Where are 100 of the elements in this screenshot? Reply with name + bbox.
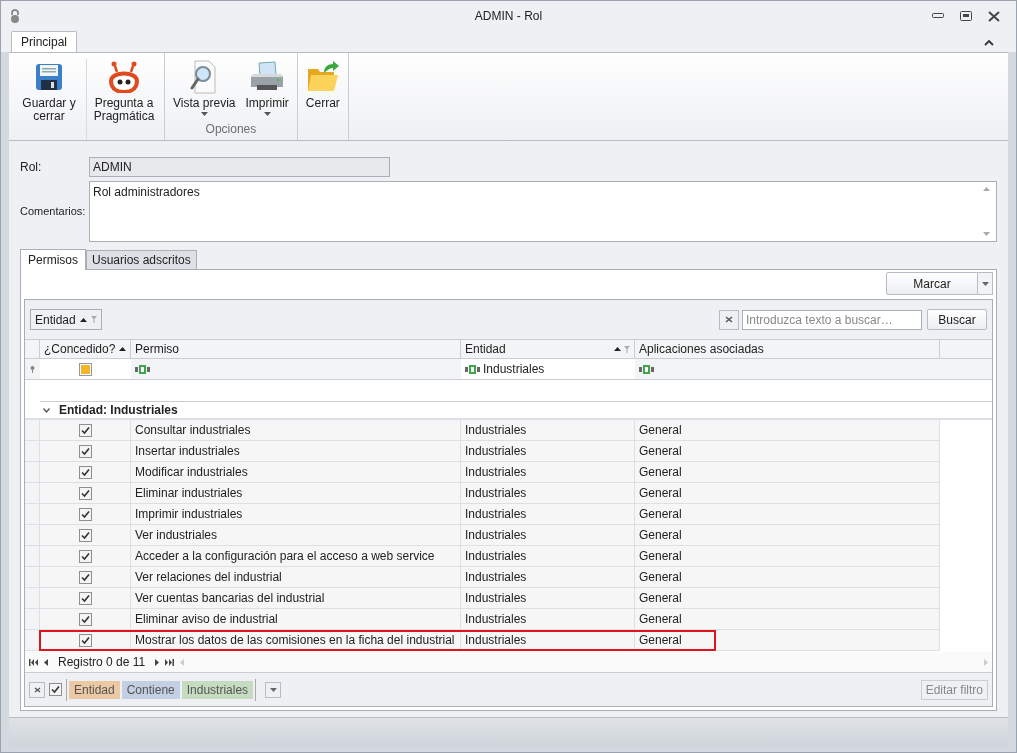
filter-checkbox[interactable] xyxy=(79,362,92,376)
dropdown-arrow-icon xyxy=(981,281,989,286)
table-cell: Industriales xyxy=(461,504,635,525)
abc-icon xyxy=(135,364,151,374)
mark-dropdown-button[interactable] xyxy=(978,272,993,295)
table-cell: Ver industriales xyxy=(131,525,461,546)
checkbox[interactable] xyxy=(78,549,92,563)
table-cell: General xyxy=(635,567,940,588)
column-header[interactable]: Entidad xyxy=(461,340,635,358)
pin-icon xyxy=(30,365,35,373)
column-header[interactable]: Aplicaciones asociadas xyxy=(635,340,940,358)
table-cell: General xyxy=(635,609,940,630)
clear-search-button[interactable] xyxy=(719,309,739,330)
collapse-icon[interactable] xyxy=(43,407,50,413)
check-icon xyxy=(51,685,60,694)
table-cell: Consultar industriales xyxy=(131,420,461,441)
filter-dropdown-button[interactable] xyxy=(265,681,282,698)
table-cell: Ver cuentas bancarias del industrial xyxy=(131,588,461,609)
checkbox[interactable] xyxy=(78,570,92,584)
previous-record-icon[interactable] xyxy=(44,658,48,666)
collapse-ribbon-icon[interactable] xyxy=(984,39,994,46)
checkbox[interactable] xyxy=(78,633,92,647)
table-cell: General xyxy=(635,420,940,441)
checkbox[interactable] xyxy=(78,486,92,500)
table-cell: General xyxy=(635,441,940,462)
search-button[interactable]: Buscar xyxy=(927,309,987,330)
table-cell: General xyxy=(635,525,940,546)
table-cell: Industriales xyxy=(461,483,635,504)
checkbox[interactable] xyxy=(49,683,62,696)
restore-icon[interactable] xyxy=(960,11,972,21)
column-header[interactable]: Permiso xyxy=(131,340,461,358)
ribbon-button[interactable]: Guardar y cerrar xyxy=(12,59,86,140)
checkbox[interactable] xyxy=(78,612,92,626)
checkbox[interactable] xyxy=(78,465,92,479)
check-icon xyxy=(80,614,90,624)
lock-icon xyxy=(9,9,21,23)
check-icon xyxy=(80,530,90,540)
ribbon-button[interactable]: Pregunta a Pragmática xyxy=(86,59,161,140)
sort-ascending-icon xyxy=(614,347,621,351)
search-field[interactable]: Introduzca texto a buscar… xyxy=(742,309,922,330)
table-cell: Industriales xyxy=(461,567,635,588)
table-cell: Industriales xyxy=(461,525,635,546)
column-header[interactable]: ¿Concedido? xyxy=(40,340,131,358)
table-cell: General xyxy=(635,630,940,651)
table-cell: Eliminar industriales xyxy=(131,483,461,504)
checkbox[interactable] xyxy=(78,507,92,521)
mark-button[interactable]: Marcar xyxy=(886,272,978,295)
check-icon xyxy=(80,488,90,498)
comments-label: Comentarios: xyxy=(20,204,87,220)
table-cell: Insertar industriales xyxy=(131,441,461,462)
checkbox[interactable] xyxy=(78,444,92,458)
ribbon-group-label: Opciones xyxy=(204,121,258,138)
ribbon-tab[interactable]: Principal xyxy=(11,31,78,52)
table-cell: General xyxy=(635,588,940,609)
group-row-title[interactable]: Entidad: Industriales xyxy=(59,401,178,419)
checkbox[interactable] xyxy=(78,423,92,437)
table-cell: Industriales xyxy=(461,420,635,441)
table-cell: Industriales xyxy=(461,441,635,462)
checkbox[interactable] xyxy=(78,591,92,605)
last-record-icon[interactable] xyxy=(165,658,175,666)
check-icon xyxy=(80,425,90,435)
checkbox[interactable] xyxy=(78,528,92,542)
ribbon-button[interactable]: Imprimir xyxy=(240,59,294,120)
ribbon-button[interactable]: Vista previa xyxy=(168,59,241,120)
table-cell: General xyxy=(635,504,940,525)
filter-token[interactable]: Entidad xyxy=(69,680,120,699)
filter-icon xyxy=(90,316,97,323)
rol-field[interactable]: ADMIN xyxy=(89,157,390,177)
check-icon xyxy=(80,635,90,645)
table-cell: Industriales xyxy=(461,609,635,630)
rol-label: Rol: xyxy=(20,159,43,176)
comments-field[interactable]: Rol administradores xyxy=(89,181,997,242)
filter-token[interactable]: Industriales xyxy=(181,680,254,699)
check-icon xyxy=(80,551,90,561)
table-cell: Modificar industriales xyxy=(131,462,461,483)
table-cell: General xyxy=(635,462,940,483)
minimize-icon[interactable] xyxy=(932,13,944,19)
record-counter: Registro 0 de 11 xyxy=(57,654,147,671)
group-by-column-header[interactable]: Entidad xyxy=(30,309,102,330)
filter-token[interactable]: Contiene xyxy=(121,680,180,699)
abc-icon xyxy=(639,364,655,374)
close-icon[interactable] xyxy=(988,10,1000,22)
sort-ascending-icon xyxy=(79,317,87,322)
check-icon xyxy=(80,509,90,519)
clear-filter-button[interactable] xyxy=(29,681,45,698)
first-record-icon[interactable] xyxy=(29,658,38,666)
close-icon xyxy=(725,316,733,323)
tab[interactable]: Usuarios adscritos xyxy=(86,250,197,269)
next-record-icon[interactable] xyxy=(155,658,160,666)
table-cell: Industriales xyxy=(461,588,635,609)
ribbon-button[interactable]: Cerrar xyxy=(300,59,345,140)
table-cell: Eliminar aviso de industrial xyxy=(131,609,461,630)
check-icon xyxy=(80,446,90,456)
tab[interactable]: Permisos xyxy=(20,249,86,270)
table-cell: Industriales xyxy=(461,546,635,567)
window-title: ADMIN - Rol xyxy=(474,8,543,25)
filter-icon xyxy=(624,345,630,353)
table-cell: Imprimir industriales xyxy=(131,504,461,525)
table-cell: Industriales xyxy=(461,462,635,483)
folder-arrow-icon xyxy=(305,61,340,93)
